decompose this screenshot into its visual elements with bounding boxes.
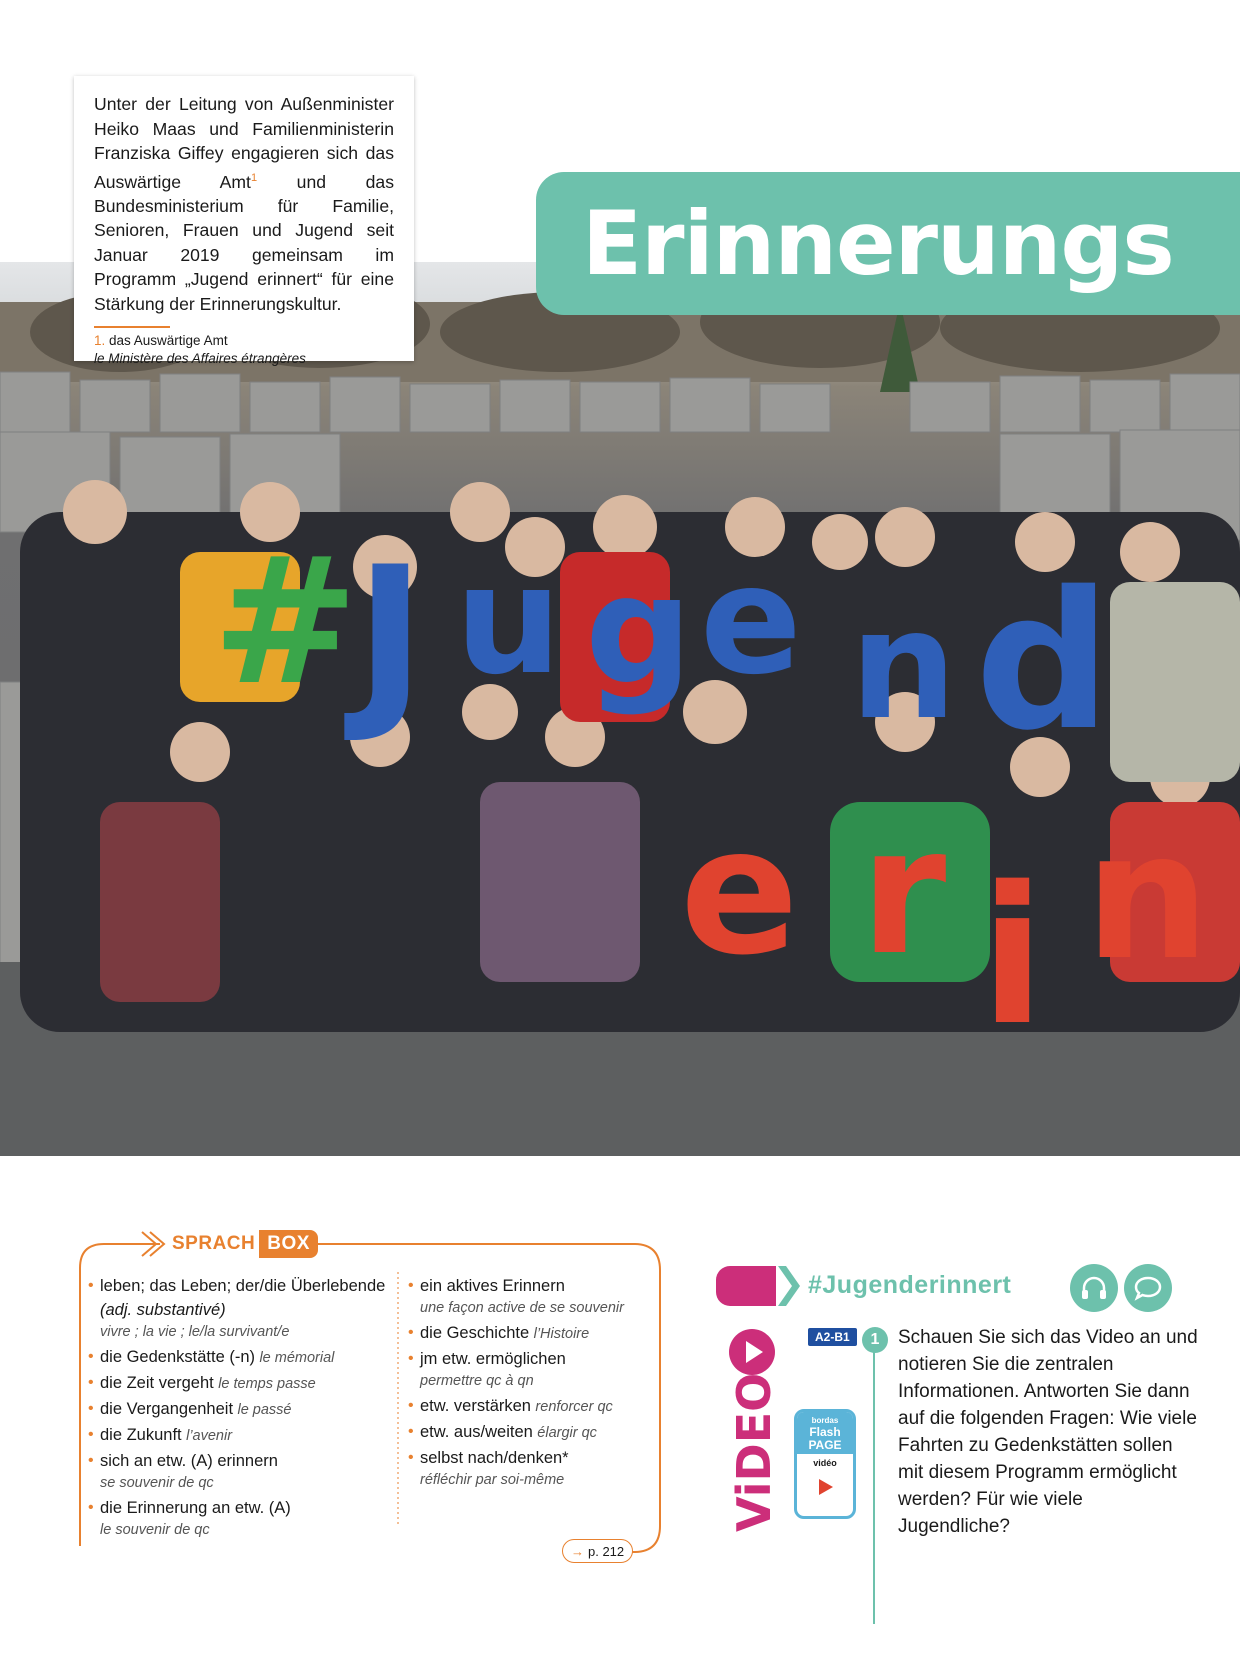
page-reference-label: p. 212 [588, 1543, 625, 1559]
vocab-item: jm etw. ermöglichenpermettre qc à qn [408, 1347, 658, 1392]
play-icon [797, 1476, 853, 1498]
vocab-item: die Zukunft l’avenir [88, 1423, 398, 1447]
page-title: Erinnerungs [582, 191, 1175, 295]
headphones-icon [1070, 1264, 1118, 1312]
sprachbox: SPRACHBOX leben; das Leben; der/die Über… [74, 1226, 664, 1566]
letter-J: J [344, 526, 426, 747]
title-banner: Erinnerungs [536, 172, 1240, 315]
vocab-item: selbst nach/denken*réfléchir par soi-mêm… [408, 1446, 658, 1491]
letter-i: i [980, 846, 1045, 1067]
vocab-item: die Vergangenheit le passé [88, 1397, 398, 1421]
video-vertical-label: ViDEO [727, 1373, 780, 1532]
vocab-item: die Zeit vergeht le temps passe [88, 1371, 398, 1395]
footnote-de: 1. das Auswärtige Amt [94, 333, 228, 349]
vocab-item: sich an etw. (A) erinnernse souvenir de … [88, 1449, 398, 1494]
intro-text: Unter der Leitung von Außenminister Heik… [94, 94, 395, 314]
hashtag-title: #Jugenderinnert [808, 1271, 1012, 1299]
sprachbox-label-b: BOX [259, 1230, 318, 1258]
letter-r: r [860, 791, 946, 994]
sprachbox-label-a: SPRACH [172, 1233, 256, 1254]
letter-hash: # [212, 521, 359, 724]
double-chevron-icon [778, 1266, 800, 1306]
svg-text:ViDEO: ViDEO [727, 1373, 780, 1532]
flashpage-logo: bordas Flash PAGE [797, 1412, 853, 1454]
vocab-column-1: leben; das Leben; der/die Überlebende (a… [88, 1274, 398, 1543]
letter-g: g [585, 544, 692, 718]
vocab-item: ein aktives Erinnernune façon active de … [408, 1274, 658, 1319]
page-reference-link[interactable]: → p. 212 [562, 1539, 634, 1563]
question-divider [873, 1342, 875, 1624]
letter-e2: e [680, 791, 799, 994]
video-tab [716, 1266, 776, 1306]
vocab-item: etw. verstärken renforcer qc [408, 1394, 658, 1418]
letter-u: u [455, 534, 562, 708]
sprachbox-header: SPRACH BOX [160, 1229, 318, 1259]
vocab-column-2: ein aktives Erinnernune façon active de … [408, 1274, 658, 1493]
group-photo: # J u g e n d e r i n [0, 262, 1240, 1156]
arrow-right-icon: → [571, 1543, 584, 1559]
intro-box: Unter der Leitung von Außenminister Heik… [74, 76, 414, 366]
letter-d: d [975, 551, 1111, 772]
vocab-item: die Geschichte l’Histoire [408, 1321, 658, 1345]
level-badge: A2-B1 [808, 1328, 857, 1346]
speech-bubble-icon [1124, 1264, 1172, 1312]
flashpage-brand: bordas [811, 1416, 839, 1425]
flashpage-label: vidéo [813, 1458, 837, 1468]
footnote-rule [94, 326, 170, 329]
vocab-item: etw. aus/weiten élargir qc [408, 1420, 658, 1444]
letter-n2: n [1085, 796, 1210, 999]
vocab-item: die Gedenkstätte (-n) le mémorial [88, 1345, 398, 1369]
letter-n: n [850, 579, 957, 753]
vocab-item: leben; das Leben; der/die Überlebende (a… [88, 1274, 398, 1343]
question-number: 1 [862, 1327, 888, 1353]
question-text: Schauen Sie sich das Video an und notier… [898, 1327, 1198, 1537]
photo-illustration: # J u g e n d e r i n [0, 276, 1240, 1156]
letter-e: e [700, 534, 802, 708]
flashpage-video-button[interactable]: bordas Flash PAGE vidéo [794, 1409, 856, 1519]
footnote-fr: le Ministère des Affaires étrangères [94, 351, 306, 367]
vocab-item: die Erinnerung an etw. (A)le souvenir de… [88, 1496, 398, 1541]
flashpage-line2: PAGE [808, 1438, 842, 1452]
